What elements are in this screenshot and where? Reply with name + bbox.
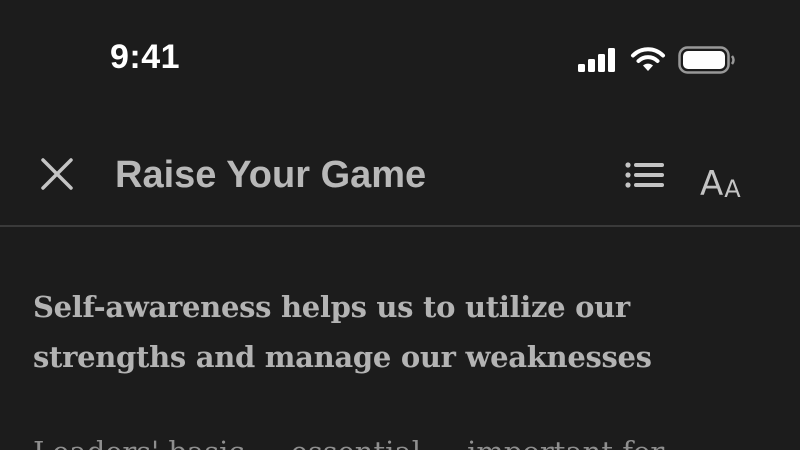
nav-header: Raise Your Game A A	[0, 125, 800, 227]
reader-screen: 9:41 Raise Your Game A A Self-awareness …	[0, 0, 800, 450]
list-icon	[625, 161, 665, 193]
font-small-letter: A	[724, 175, 741, 203]
section-subheading: Self-awareness helps us to utilize our s…	[33, 290, 652, 374]
status-icons	[578, 46, 736, 74]
status-time: 9:41	[110, 38, 181, 76]
reading-content: Self-awareness helps us to utilize our s…	[33, 282, 773, 382]
cellular-signal-icon	[578, 48, 618, 72]
battery-icon	[678, 46, 736, 74]
table-of-contents-button[interactable]	[622, 157, 668, 197]
font-large-letter: A	[700, 164, 724, 204]
close-icon	[40, 157, 74, 196]
status-bar: 9:41	[0, 0, 800, 120]
font-settings-button[interactable]: A A	[700, 151, 741, 201]
body-paragraph: Leaders' basic ... essential ... importa…	[33, 432, 793, 450]
page-title: Raise Your Game	[115, 154, 427, 196]
close-button[interactable]	[34, 153, 80, 199]
wifi-icon	[630, 47, 666, 73]
